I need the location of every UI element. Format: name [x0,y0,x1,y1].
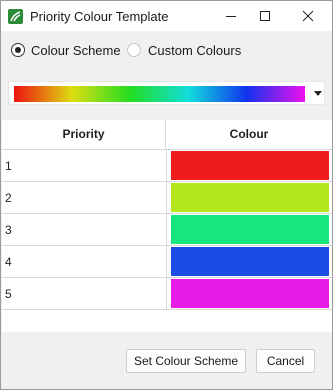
column-header-colour[interactable]: Colour [166,120,332,150]
table-row[interactable]: 1 [2,150,332,182]
gradient-preview [14,86,305,102]
minimize-icon [226,16,236,17]
radio-custom-colours-label: Custom Colours [148,43,242,58]
colour-swatch[interactable] [171,151,329,180]
table-row[interactable]: 2 [2,182,332,214]
cell-divider [166,150,167,182]
cell-divider [166,278,167,310]
app-icon [8,9,23,24]
cancel-button[interactable]: Cancel [256,349,315,373]
close-icon [302,10,314,22]
radio-custom-colours[interactable]: Custom Colours [1,40,241,60]
cell-divider [166,246,167,278]
priority-cell: 2 [5,191,12,205]
table-row[interactable]: 3 [2,214,332,246]
table-row[interactable]: 4 [2,246,332,278]
colour-swatch[interactable] [171,279,329,308]
table-header: Priority Colour [2,120,332,150]
title-bar: Priority Colour Template [1,1,332,31]
table-row[interactable]: 5 [2,278,332,310]
colour-swatch[interactable] [171,247,329,276]
priority-cell: 4 [5,255,12,269]
colour-swatch[interactable] [171,215,329,244]
priority-cell: 1 [5,159,12,173]
priority-colour-table: Priority Colour 1 2 3 4 5 [2,120,332,332]
cell-divider [166,182,167,214]
column-header-priority[interactable]: Priority [2,120,166,150]
maximize-icon [260,11,270,21]
priority-cell: 5 [5,287,12,301]
radio-button-unchecked[interactable] [127,43,141,57]
set-colour-scheme-button[interactable]: Set Colour Scheme [126,349,246,373]
dropdown-arrow[interactable] [311,85,325,101]
minimize-button[interactable] [214,1,248,31]
maximize-button[interactable] [248,1,282,31]
priority-colour-window: Priority Colour Template Colour Scheme C… [0,0,333,390]
chevron-down-icon [314,91,322,96]
cell-divider [166,214,167,246]
close-button[interactable] [291,1,325,31]
colour-scheme-dropdown[interactable] [8,81,325,105]
window-title: Priority Colour Template [30,9,169,24]
priority-cell: 3 [5,223,12,237]
colour-swatch[interactable] [171,183,329,212]
